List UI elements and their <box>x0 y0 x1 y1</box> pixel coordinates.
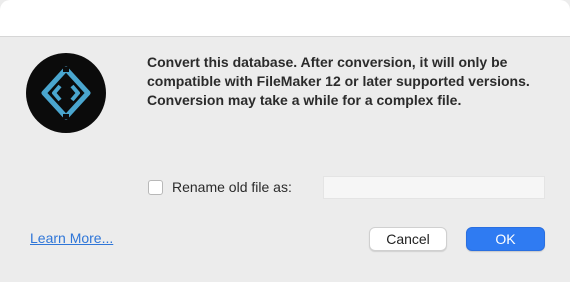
ok-button[interactable]: OK <box>466 227 545 251</box>
rename-label: Rename old file as: <box>172 179 292 195</box>
cancel-button[interactable]: Cancel <box>369 227 447 251</box>
rename-filename-input[interactable] <box>323 176 545 199</box>
dialog-titlebar <box>0 0 570 37</box>
learn-more-link[interactable]: Learn More... <box>30 230 113 246</box>
rename-checkbox[interactable] <box>148 179 163 195</box>
rename-option-row: Rename old file as: <box>148 176 292 198</box>
convert-database-dialog: Convert this database. After conversion,… <box>0 0 570 282</box>
dialog-message: Convert this database. After conversion,… <box>147 54 530 108</box>
filemaker-app-icon <box>26 53 106 133</box>
